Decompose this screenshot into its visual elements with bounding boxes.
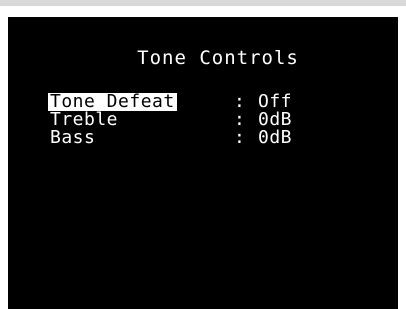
- top-bar: [0, 0, 406, 6]
- menu-item-label: Bass: [50, 127, 96, 148]
- menu-item-value: 0dB: [258, 127, 293, 148]
- menu-item-separator: :: [234, 127, 245, 148]
- page-title: Tone Controls: [137, 47, 299, 69]
- window-frame: Tone Controls Tone Defeat : Off Treble :…: [0, 0, 406, 309]
- osd-screen: Tone Controls Tone Defeat : Off Treble :…: [8, 17, 398, 309]
